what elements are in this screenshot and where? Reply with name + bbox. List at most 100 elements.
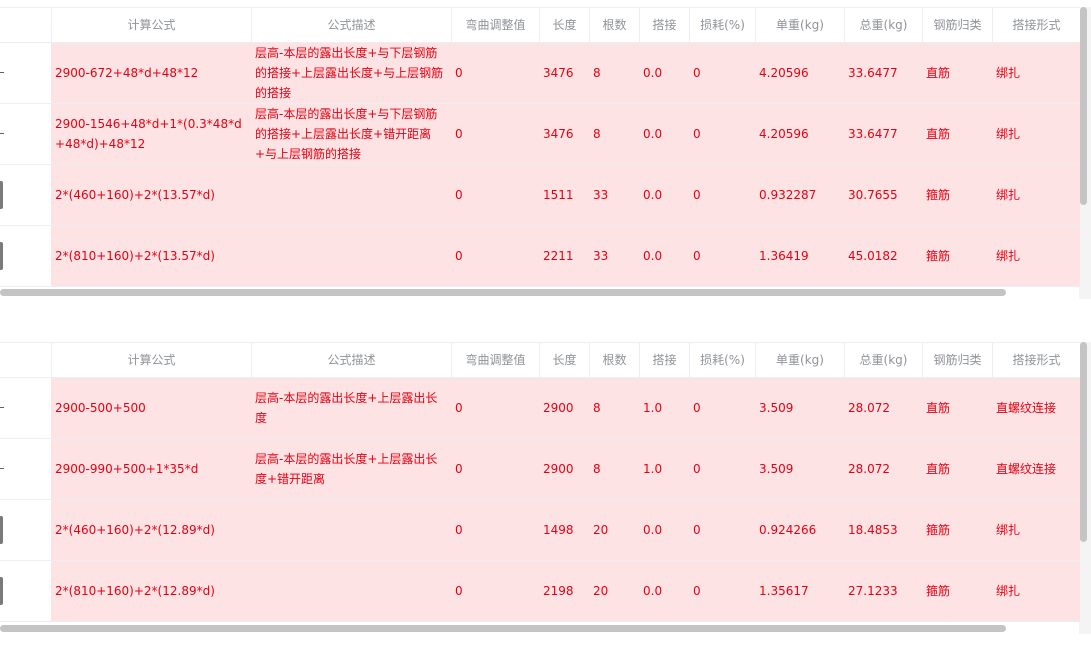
- header-lap: 搭接: [639, 343, 689, 378]
- category-cell: 箍筋: [926, 523, 951, 537]
- category-cell: 直筋: [926, 462, 951, 476]
- category-cell: 直筋: [926, 127, 951, 141]
- header-formula: 计算公式: [51, 343, 251, 378]
- horizontal-scrollbar[interactable]: [0, 289, 1006, 296]
- lap-type-cell: 绑扎: [996, 249, 1021, 263]
- table-row[interactable]: 2*(460+160)+2*(12.89*d) 0 1498 20 0.0 0 0.9242…: [0, 500, 1080, 561]
- length-cell: 3476: [543, 127, 574, 141]
- count-cell: 8: [593, 66, 601, 80]
- length-cell: 2900: [543, 401, 574, 415]
- description-cell: 层高-本层的露出长度+与下层钢筋的搭接+上层露出长度+错开距离+与上层钢筋的搭接: [255, 107, 438, 161]
- bend-adjust-cell: 0: [455, 462, 463, 476]
- table-header: 计算公式 公式描述 弯曲调整值 长度 根数 搭接 损耗(%) 单重(kg) 总重(kg) 钢筋归类…: [0, 7, 1080, 43]
- table-row[interactable]: 2*(810+160)+2*(12.89*d) 0 2198 20 0.0 0 1.3561…: [0, 561, 1080, 622]
- lap-cell: 0.0: [643, 249, 663, 263]
- description-cell: [251, 500, 451, 560]
- row-action-button[interactable]: [0, 516, 3, 544]
- header-count: 根数: [589, 8, 639, 43]
- formula-cell: 2*(810+160)+2*(12.89*d): [55, 584, 215, 598]
- formula-cell: 2900-990+500+1*35*d: [55, 462, 199, 476]
- unit-weight-cell: 0.924266: [759, 523, 817, 537]
- count-cell: 20: [593, 523, 609, 537]
- formula-cell: 2*(810+160)+2*(13.57*d): [55, 249, 215, 263]
- horizontal-scrollbar[interactable]: [0, 625, 1006, 632]
- count-cell: 20: [593, 584, 609, 598]
- dash-icon: [0, 407, 4, 408]
- formula-cell: 2*(460+160)+2*(12.89*d): [55, 523, 215, 537]
- lap-type-cell: 直螺纹连接: [996, 462, 1057, 476]
- header-unit-weight: 单重(kg): [755, 343, 844, 378]
- row-lead-cell: [0, 104, 51, 164]
- unit-weight-cell: 3.509: [759, 401, 794, 415]
- loss-cell: 0: [693, 401, 701, 415]
- unit-weight-cell: 4.20596: [759, 66, 809, 80]
- description-cell: 层高-本层的露出长度+上层露出长度: [255, 391, 438, 425]
- lap-cell: 0.0: [643, 523, 663, 537]
- formula-cell: 2900-672+48*d+48*12: [55, 66, 199, 80]
- unit-weight-cell: 3.509: [759, 462, 794, 476]
- description-cell: 层高-本层的露出长度+上层露出长度+错开距离: [255, 452, 438, 486]
- lap-cell: 1.0: [643, 401, 663, 415]
- loss-cell: 0: [693, 66, 701, 80]
- length-cell: 3476: [543, 66, 574, 80]
- count-cell: 8: [593, 462, 601, 476]
- loss-cell: 0: [693, 188, 701, 202]
- total-weight-cell: 28.072: [848, 401, 890, 415]
- vertical-scrollbar[interactable]: [1080, 7, 1087, 205]
- dash-icon: [0, 468, 4, 469]
- loss-cell: 0: [693, 462, 701, 476]
- row-lead-cell: [0, 561, 51, 621]
- table-row[interactable]: 2*(460+160)+2*(13.57*d) 0 1511 33 0.0 0 0.9322…: [0, 165, 1080, 226]
- lap-cell: 1.0: [643, 462, 663, 476]
- total-weight-cell: 30.7655: [848, 188, 898, 202]
- formula-cell: 2900-1546+48*d+1*(0.3*48*d+48*d)+48*12: [55, 117, 242, 151]
- count-cell: 8: [593, 127, 601, 141]
- header-bend-adjust: 弯曲调整值: [451, 343, 539, 378]
- lap-cell: 0.0: [643, 584, 663, 598]
- unit-weight-cell: 4.20596: [759, 127, 809, 141]
- category-cell: 箍筋: [926, 249, 951, 263]
- total-weight-cell: 18.4853: [848, 523, 898, 537]
- category-cell: 箍筋: [926, 188, 951, 202]
- table-row[interactable]: 2900-672+48*d+48*12 层高-本层的露出长度+与下层钢筋的搭接+上…: [0, 43, 1080, 104]
- row-lead-cell: [0, 378, 51, 438]
- row-action-button[interactable]: [0, 577, 3, 605]
- table-row[interactable]: 2*(810+160)+2*(13.57*d) 0 2211 33 0.0 0 1.3641…: [0, 226, 1080, 287]
- description-cell: [251, 226, 451, 286]
- row-lead-cell: [0, 439, 51, 499]
- row-action-button[interactable]: [0, 242, 3, 270]
- bend-adjust-cell: 0: [455, 188, 463, 202]
- header-lap-type: 搭接形式: [992, 343, 1080, 378]
- table-row[interactable]: 2900-500+500 层高-本层的露出长度+上层露出长度 0 2900 8 1.0 0 3…: [0, 378, 1080, 439]
- loss-cell: 0: [693, 127, 701, 141]
- table-row[interactable]: 2900-1546+48*d+1*(0.3*48*d+48*d)+48*12 层高…: [0, 104, 1080, 165]
- table-row[interactable]: 2900-990+500+1*35*d 层高-本层的露出长度+上层露出长度+错开距…: [0, 439, 1080, 500]
- bend-adjust-cell: 0: [455, 66, 463, 80]
- unit-weight-cell: 1.36419: [759, 249, 809, 263]
- header-category: 钢筋归类: [922, 8, 992, 43]
- lap-type-cell: 绑扎: [996, 188, 1021, 202]
- header-length: 长度: [539, 343, 589, 378]
- category-cell: 直筋: [926, 401, 951, 415]
- lap-type-cell: 绑扎: [996, 127, 1021, 141]
- loss-cell: 0: [693, 584, 701, 598]
- count-cell: 33: [593, 249, 609, 263]
- lap-cell: 0.0: [643, 188, 663, 202]
- total-weight-cell: 33.6477: [848, 66, 898, 80]
- total-weight-cell: 45.0182: [848, 249, 898, 263]
- length-cell: 2198: [543, 584, 574, 598]
- header-bend-adjust: 弯曲调整值: [451, 8, 539, 43]
- total-weight-cell: 33.6477: [848, 127, 898, 141]
- header-unit-weight: 单重(kg): [755, 8, 844, 43]
- length-cell: 1498: [543, 523, 574, 537]
- header-loss: 损耗(%): [689, 343, 755, 378]
- count-cell: 8: [593, 401, 601, 415]
- header-loss: 损耗(%): [689, 8, 755, 43]
- description-cell: [251, 561, 451, 621]
- header-total-weight: 总重(kg): [844, 8, 922, 43]
- vertical-scrollbar[interactable]: [1080, 342, 1087, 542]
- lap-cell: 0.0: [643, 127, 663, 141]
- description-cell: [251, 165, 451, 225]
- row-action-button[interactable]: [0, 181, 3, 209]
- loss-cell: 0: [693, 249, 701, 263]
